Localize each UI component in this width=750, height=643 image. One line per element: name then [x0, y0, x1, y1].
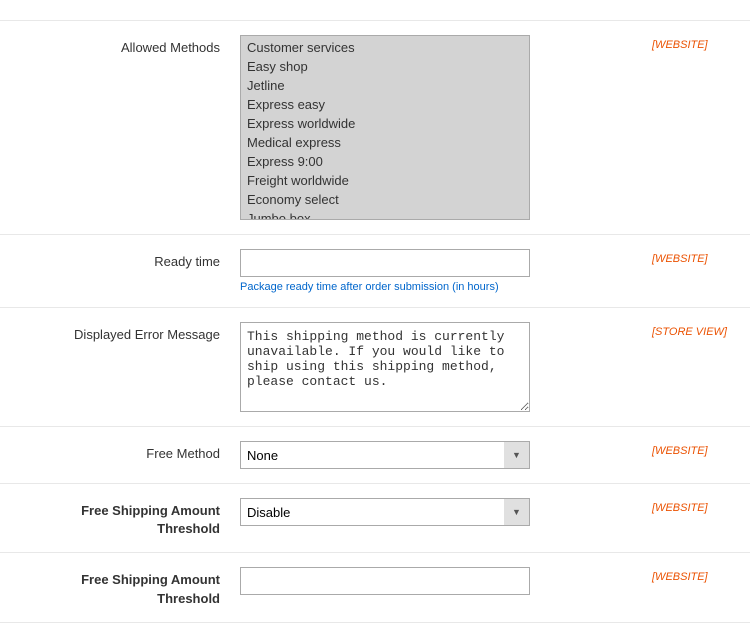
input-ready-time[interactable] [240, 249, 530, 277]
list-item[interactable]: Express easy [241, 95, 529, 114]
control-area-free-shipping-amount [240, 567, 640, 595]
select-free-shipping-threshold[interactable]: DisableEnable [240, 498, 530, 526]
scope-label-ready-time: [WEBSITE] [640, 249, 730, 265]
label-free-shipping-amount: Free Shipping Amount Threshold [20, 567, 240, 607]
list-item[interactable]: Freight worldwide [241, 171, 529, 190]
label-displayed-error-message: Displayed Error Message [20, 322, 240, 344]
scope-label-allowed-methods: [WEBSITE] [640, 35, 730, 51]
scope-label-free-shipping-threshold: [WEBSITE] [640, 498, 730, 514]
settings-form: Allowed MethodsCustomer servicesEasy sho… [0, 0, 750, 643]
input-free-shipping-amount[interactable] [240, 567, 530, 595]
form-row-displayed-error-message: Displayed Error Message [STORE VIEW] [0, 308, 750, 427]
control-area-free-method: None [240, 441, 640, 469]
select-wrapper-free-shipping-threshold: DisableEnable [240, 498, 530, 526]
list-item[interactable]: Express worldwide [241, 114, 529, 133]
control-area-ready-time: Package ready time after order submissio… [240, 249, 640, 293]
list-item[interactable]: Easy shop [241, 57, 529, 76]
form-row-ready-time: Ready timePackage ready time after order… [0, 235, 750, 308]
list-item[interactable]: Jumbo box [241, 209, 529, 220]
control-area-displayed-error-message [240, 322, 640, 412]
scope-label-displayed-error-message: [STORE VIEW] [640, 322, 730, 338]
textarea-displayed-error-message[interactable] [240, 322, 530, 412]
form-row-allowed-methods: Allowed MethodsCustomer servicesEasy sho… [0, 20, 750, 235]
form-row-free-shipping-amount: Free Shipping Amount Threshold [WEBSITE] [0, 553, 750, 622]
select-free-method[interactable]: None [240, 441, 530, 469]
list-item[interactable]: Economy select [241, 190, 529, 209]
list-item[interactable]: Jetline [241, 76, 529, 95]
control-area-free-shipping-threshold: DisableEnable [240, 498, 640, 526]
hint-ready-time: Package ready time after order submissio… [240, 281, 640, 293]
list-item[interactable]: Customer services [241, 38, 529, 57]
control-area-allowed-methods: Customer servicesEasy shopJetlineExpress… [240, 35, 640, 220]
label-free-method: Free Method [20, 441, 240, 463]
form-row-free-method: Free MethodNone [WEBSITE] [0, 427, 750, 484]
list-item[interactable]: Express 9:00 [241, 152, 529, 171]
label-ready-time: Ready time [20, 249, 240, 271]
label-allowed-methods: Allowed Methods [20, 35, 240, 57]
scope-label-free-method: [WEBSITE] [640, 441, 730, 457]
scope-label-free-shipping-amount: [WEBSITE] [640, 567, 730, 583]
listbox-allowed-methods[interactable]: Customer servicesEasy shopJetlineExpress… [240, 35, 530, 220]
label-free-shipping-threshold: Free Shipping Amount Threshold [20, 498, 240, 538]
select-wrapper-free-method: None [240, 441, 530, 469]
list-item[interactable]: Medical express [241, 133, 529, 152]
form-row-free-shipping-threshold: Free Shipping Amount ThresholdDisableEna… [0, 484, 750, 553]
